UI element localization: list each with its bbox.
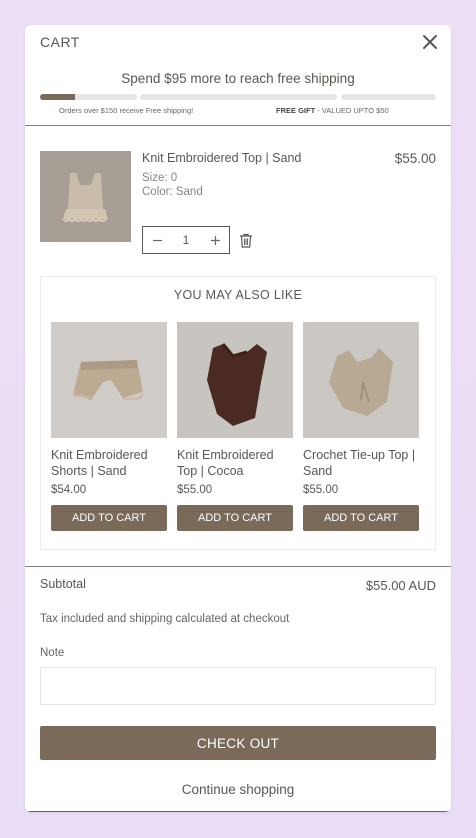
- shipping-progress-bar-1: [40, 94, 137, 100]
- product-price: $55.00: [303, 484, 339, 496]
- divider: [25, 566, 451, 567]
- recommendations-title: YOU MAY ALSO LIKE: [173, 288, 303, 302]
- divider: [25, 125, 451, 126]
- product-image[interactable]: [177, 322, 293, 438]
- shipping-progress-bar-3: [341, 94, 436, 100]
- product-price: $54.00: [51, 484, 87, 496]
- free-gift-label-bold: FREE GIFT: [276, 106, 316, 115]
- trash-icon[interactable]: [239, 233, 253, 248]
- item-size: Size: 0: [142, 172, 178, 184]
- free-shipping-threshold-label: Orders over $150 receive Free shipping!: [59, 106, 194, 115]
- note-label: Note: [40, 647, 65, 659]
- free-gift-label: FREE GIFT - VALUED UPTO $50: [276, 106, 389, 115]
- add-to-cart-button[interactable]: ADD TO CART: [303, 505, 419, 531]
- add-to-cart-button[interactable]: ADD TO CART: [177, 505, 293, 531]
- cart-drawer: CART Spend $95 more to reach free shippi…: [25, 25, 451, 812]
- checkout-button[interactable]: CHECK OUT: [40, 726, 436, 760]
- product-name[interactable]: Crochet Tie-up Top | Sand: [303, 448, 419, 479]
- plus-icon[interactable]: [201, 227, 229, 253]
- product-card: Knit Embroidered Top | Cocoa $55.00 ADD …: [177, 322, 293, 531]
- product-name[interactable]: Knit Embroidered Top | Cocoa: [177, 448, 293, 479]
- cart-title: CART: [40, 34, 80, 50]
- item-price: $55.00: [394, 151, 436, 166]
- quantity-stepper: 1: [142, 226, 230, 254]
- quantity-value[interactable]: 1: [183, 233, 190, 247]
- product-name[interactable]: Knit Embroidered Shorts | Sand: [51, 448, 167, 479]
- shipping-message: Spend $95 more to reach free shipping: [121, 71, 355, 86]
- product-card: Crochet Tie-up Top | Sand $55.00 ADD TO …: [303, 322, 419, 531]
- shipping-progress-bar-2: [140, 94, 337, 100]
- subtotal-value: $55.00 AUD: [365, 578, 436, 593]
- minus-icon[interactable]: [143, 227, 171, 253]
- product-price: $55.00: [177, 484, 213, 496]
- tax-note: Tax included and shipping calculated at …: [40, 613, 290, 625]
- item-title[interactable]: Knit Embroidered Top | Sand: [142, 151, 301, 165]
- free-gift-label-rest: - VALUED UPTO $50: [315, 106, 389, 115]
- continue-shopping-link[interactable]: Continue shopping: [25, 782, 451, 797]
- product-image[interactable]: [303, 322, 419, 438]
- note-field[interactable]: [40, 667, 436, 705]
- divider: [25, 811, 451, 812]
- item-color: Color: Sand: [142, 186, 203, 198]
- add-to-cart-button[interactable]: ADD TO CART: [51, 505, 167, 531]
- product-card: Knit Embroidered Shorts | Sand $54.00 AD…: [51, 322, 167, 531]
- close-icon[interactable]: [421, 33, 439, 51]
- subtotal-label: Subtotal: [40, 577, 86, 591]
- recommendations-panel: YOU MAY ALSO LIKE Knit Embroidered Short…: [40, 276, 436, 550]
- item-image[interactable]: [40, 151, 131, 242]
- product-image[interactable]: [51, 322, 167, 438]
